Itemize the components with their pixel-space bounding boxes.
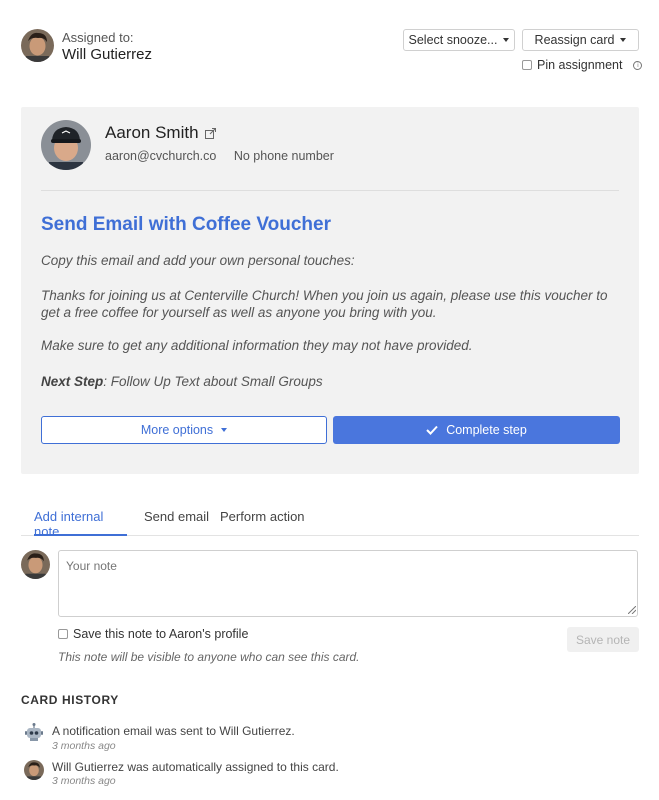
next-step-label: Next Step <box>41 374 104 389</box>
caret-down-icon <box>620 38 627 42</box>
robot-icon <box>25 723 43 741</box>
more-options-button[interactable]: More options <box>41 416 327 444</box>
step-title: Send Email with Coffee Voucher <box>41 214 331 235</box>
email-body: Thanks for joining us at Centerville Chu… <box>41 288 608 320</box>
card-history-title: CARD HISTORY <box>21 693 119 707</box>
reassign-label: Reassign card <box>534 33 615 47</box>
assigned-to-label: Assigned to: <box>62 30 134 45</box>
save-to-profile-checkbox[interactable] <box>58 629 68 639</box>
assignee-avatar <box>21 29 54 62</box>
external-link-icon[interactable] <box>204 127 216 139</box>
checkmark-icon <box>426 425 438 435</box>
tab-add-internal-note[interactable]: Add internal note <box>34 509 127 539</box>
note-input[interactable] <box>58 550 638 617</box>
history-item-time: 3 months ago <box>52 740 116 752</box>
resize-handle-icon[interactable] <box>628 606 636 614</box>
save-note-button[interactable]: Save note <box>567 627 639 652</box>
contact-phone: No phone number <box>233 149 334 163</box>
contact-name-link[interactable]: Aaron Smith <box>105 123 216 143</box>
contact-details: aaron@cvchurch.co No phone number <box>105 149 334 163</box>
reassign-card-button[interactable]: Reassign card <box>522 29 639 51</box>
pin-assignment-label: Pin assignment <box>537 58 623 72</box>
save-to-profile-toggle[interactable]: Save this note to Aaron's profile <box>58 627 248 641</box>
step-reminder: Make sure to get any additional informat… <box>41 338 473 353</box>
step-instructions: Copy this email and add your own persona… <box>41 253 355 268</box>
note-tabs: Add internal note Send email Perform act… <box>21 509 639 539</box>
history-item-time: 3 months ago <box>52 775 116 787</box>
step-card: Aaron Smith aaron@cvchurch.co No phone n… <box>21 107 639 474</box>
next-step: Next Step: Follow Up Text about Small Gr… <box>41 373 621 390</box>
contact-avatar <box>41 120 91 170</box>
tab-perform-action[interactable]: Perform action <box>220 509 305 536</box>
more-options-label: More options <box>140 423 214 437</box>
pin-assignment-checkbox[interactable] <box>522 60 532 70</box>
snooze-select[interactable]: Select snooze... <box>403 29 515 51</box>
pin-assignment-toggle[interactable]: Pin assignment i <box>522 58 643 72</box>
snooze-label: Select snooze... <box>408 33 498 47</box>
tab-send-email[interactable]: Send email <box>144 509 209 536</box>
complete-step-label: Complete step <box>446 423 527 437</box>
user-avatar <box>21 550 50 579</box>
caret-down-icon <box>221 428 228 432</box>
history-item-text: Will Gutierrez was automatically assigne… <box>52 760 339 774</box>
user-avatar <box>24 760 44 780</box>
note-visibility-hint: This note will be visible to anyone who … <box>58 650 360 664</box>
history-item-text: A notification email was sent to Will Gu… <box>52 724 295 738</box>
save-to-profile-label: Save this note to Aaron's profile <box>73 627 249 641</box>
contact-name[interactable]: Aaron Smith <box>105 123 199 143</box>
next-step-value: : Follow Up Text about Small Groups <box>103 374 323 389</box>
contact-email: aaron@cvchurch.co <box>105 149 217 163</box>
divider <box>41 190 619 191</box>
complete-step-button[interactable]: Complete step <box>333 416 620 444</box>
caret-down-icon <box>503 38 510 42</box>
info-icon[interactable]: i <box>633 60 643 70</box>
assignee-name: Will Gutierrez <box>62 46 153 63</box>
